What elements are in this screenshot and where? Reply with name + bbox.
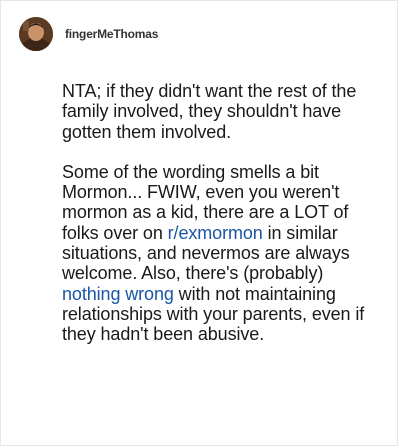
user-avatar[interactable] [19,17,53,51]
comment-card: fingerMeThomas NTA; if they didn't want … [0,0,398,446]
nothing-wrong-link[interactable]: nothing wrong [62,284,174,304]
exmormon-link[interactable]: r/exmormon [168,223,263,243]
comment-body: NTA; if they didn't want the rest of the… [62,81,384,365]
comment-paragraph-2: Some of the wording smells a bit Mormon.… [62,162,384,345]
username[interactable]: fingerMeThomas [65,27,158,41]
avatar-photo-icon [19,17,53,51]
comment-header: fingerMeThomas [19,15,158,53]
comment-paragraph-1: NTA; if they didn't want the rest of the… [62,81,357,142]
